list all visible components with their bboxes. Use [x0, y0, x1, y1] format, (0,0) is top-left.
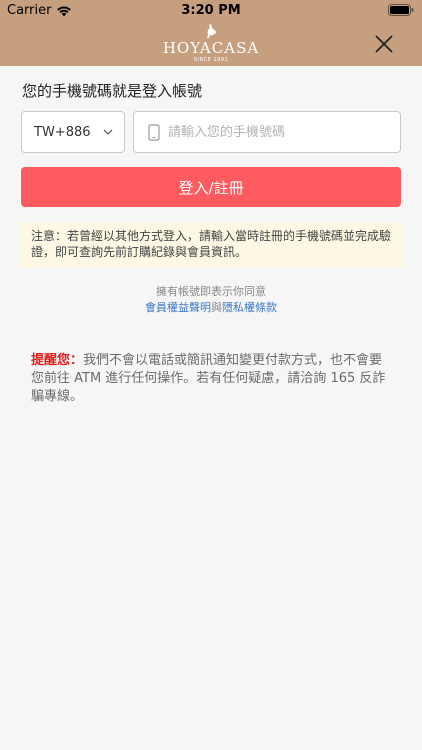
account-label: 您的手機號碼就是登入帳號	[22, 82, 203, 100]
notice-box: 注意：若曾經以其他方式登入，請輸入當時註冊的手機號碼並完成驗證，即可查詢先前訂購…	[19, 222, 403, 268]
close-button[interactable]	[372, 32, 396, 56]
country-code-select[interactable]: TW+886	[21, 111, 125, 153]
brand-logo: HOYACASA SINCE 1991	[0, 22, 422, 64]
reminder-title: 提醒您：	[31, 353, 84, 368]
phone-icon	[148, 123, 160, 141]
terms-link[interactable]: 會員權益聲明	[145, 301, 211, 314]
agreement-prefix: 擁有帳號即表示你同意	[156, 285, 266, 298]
reminder-text: 我們不會以電話或簡訊通知變更付款方式，也不會要您前往 ATM 進行任何操作。若有…	[31, 353, 386, 404]
phone-field[interactable]	[133, 111, 401, 153]
notice-text: 注意：若曾經以其他方式登入，請輸入當時註冊的手機號碼並完成驗證，即可查詢先前訂購…	[31, 229, 392, 259]
close-icon	[375, 35, 393, 53]
status-bar: Carrier 3:20 PM	[0, 0, 422, 22]
kangaroo-logo-icon	[207, 24, 216, 38]
login-register-button[interactable]: 登入/註冊	[21, 167, 401, 207]
logo-text: HOYACASA	[162, 39, 260, 57]
app-header: Carrier 3:20 PM HOYACASA SINCE 1991	[0, 0, 422, 66]
status-time: 3:20 PM	[181, 3, 241, 18]
agreement: 擁有帳號即表示你同意 會員權益聲明與隱私權條款	[0, 284, 422, 316]
privacy-link[interactable]: 隱私權條款	[222, 301, 277, 314]
logo-subtitle: SINCE 1991	[193, 57, 229, 63]
agreement-links: 會員權益聲明與隱私權條款	[0, 300, 422, 316]
battery-icon	[388, 4, 414, 20]
country-code-value: TW+886	[34, 124, 91, 140]
phone-input[interactable]	[168, 124, 388, 140]
chevron-down-icon	[103, 129, 113, 135]
agreement-and: 與	[211, 301, 222, 314]
fraud-reminder: 提醒您：我們不會以電話或簡訊通知變更付款方式，也不會要您前往 ATM 進行任何操…	[31, 352, 391, 406]
